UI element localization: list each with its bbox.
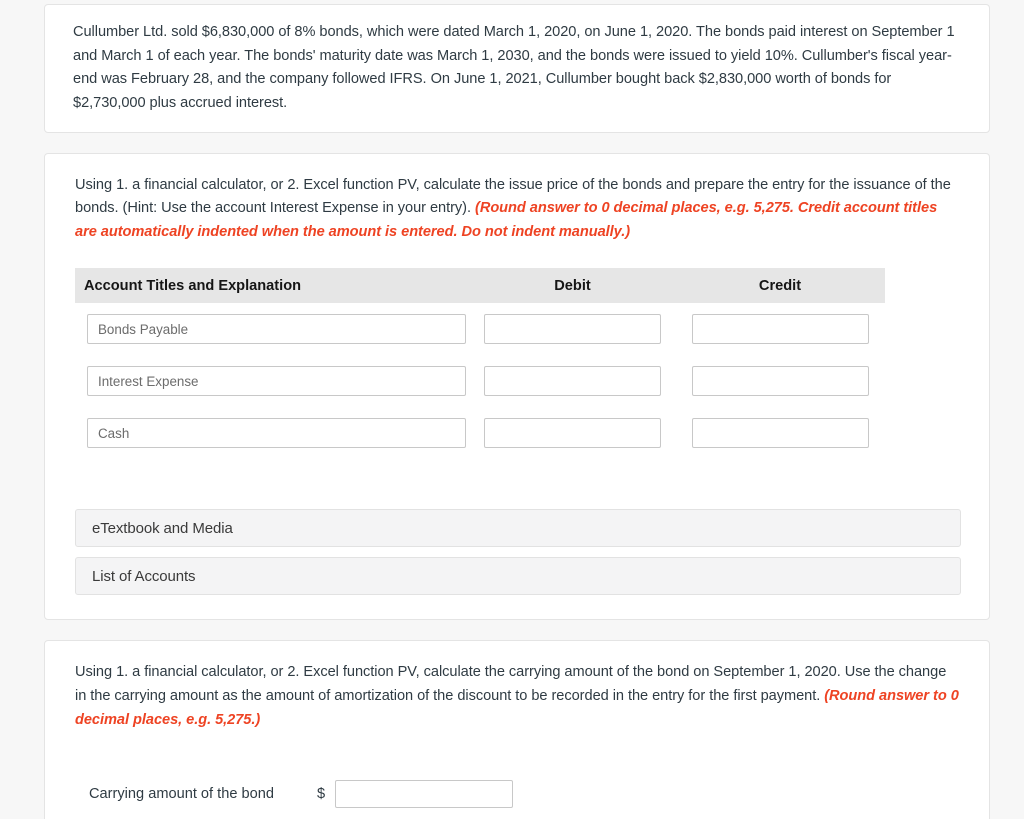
journal-entry-table-header: Account Titles and Explanation Debit Cre… bbox=[75, 268, 885, 304]
journal-entry-table: Account Titles and Explanation Debit Cre… bbox=[75, 268, 885, 459]
list-of-accounts-button[interactable]: List of Accounts bbox=[75, 557, 961, 596]
carrying-amount-row: Carrying amount of the bond $ bbox=[75, 780, 961, 809]
credit-input-row-3[interactable] bbox=[691, 418, 869, 449]
part-a-instruction-block: Using 1. a financial calculator, or 2. E… bbox=[75, 174, 961, 245]
part-a-card: Using 1. a financial calculator, or 2. E… bbox=[44, 152, 990, 621]
debit-cell bbox=[470, 418, 675, 449]
column-header-debit: Debit bbox=[554, 277, 591, 294]
column-header-account-titles: Account Titles and Explanation bbox=[84, 277, 302, 294]
credit-input-row-1[interactable] bbox=[691, 314, 869, 345]
debit-input-row-1[interactable] bbox=[484, 314, 661, 345]
account-title-select-row-2[interactable]: Interest Expense bbox=[87, 366, 466, 397]
question-prompt-card: Cullumber Ltd. sold $6,830,000 of 8% bon… bbox=[44, 4, 990, 133]
account-title-cell: Interest Expense bbox=[75, 366, 470, 397]
part-b-instruction-block: Using 1. a financial calculator, or 2. E… bbox=[75, 661, 961, 732]
part-b-body: Using 1. a financial calculator, or 2. E… bbox=[45, 641, 989, 819]
etextbook-and-media-label: eTextbook and Media bbox=[92, 519, 233, 537]
table-row: Bonds Payable bbox=[75, 303, 885, 355]
account-title-select-row-1[interactable]: Bonds Payable bbox=[87, 314, 466, 345]
part-b-instruction-text: Using 1. a financial calculator, or 2. E… bbox=[75, 664, 947, 705]
etextbook-and-media-button[interactable]: eTextbook and Media bbox=[75, 509, 961, 548]
list-of-accounts-label: List of Accounts bbox=[92, 567, 196, 585]
question-prompt-text: Cullumber Ltd. sold $6,830,000 of 8% bon… bbox=[73, 24, 955, 111]
account-title-select-row-3[interactable]: Cash bbox=[87, 418, 466, 449]
part-a-body: Using 1. a financial calculator, or 2. E… bbox=[45, 154, 989, 620]
carrying-amount-input[interactable] bbox=[335, 780, 514, 809]
debit-cell bbox=[470, 366, 675, 397]
account-title-cell: Cash bbox=[75, 418, 470, 449]
table-row: Interest Expense bbox=[75, 355, 885, 407]
account-title-cell: Bonds Payable bbox=[75, 314, 470, 345]
debit-input-row-2[interactable] bbox=[484, 366, 661, 397]
currency-symbol: $ bbox=[317, 786, 326, 803]
credit-input-row-2[interactable] bbox=[691, 366, 869, 397]
page-container: Cullumber Ltd. sold $6,830,000 of 8% bon… bbox=[0, 0, 1024, 819]
part-b-card: Using 1. a financial calculator, or 2. E… bbox=[44, 640, 990, 819]
debit-input-row-3[interactable] bbox=[484, 418, 661, 449]
credit-cell bbox=[675, 418, 885, 449]
table-row: Cash bbox=[75, 407, 885, 459]
credit-cell bbox=[675, 366, 885, 397]
carrying-amount-label: Carrying amount of the bond bbox=[89, 786, 274, 803]
column-header-credit: Credit bbox=[758, 277, 802, 294]
debit-cell bbox=[470, 314, 675, 345]
question-prompt-body: Cullumber Ltd. sold $6,830,000 of 8% bon… bbox=[45, 5, 989, 132]
credit-cell bbox=[675, 314, 885, 345]
